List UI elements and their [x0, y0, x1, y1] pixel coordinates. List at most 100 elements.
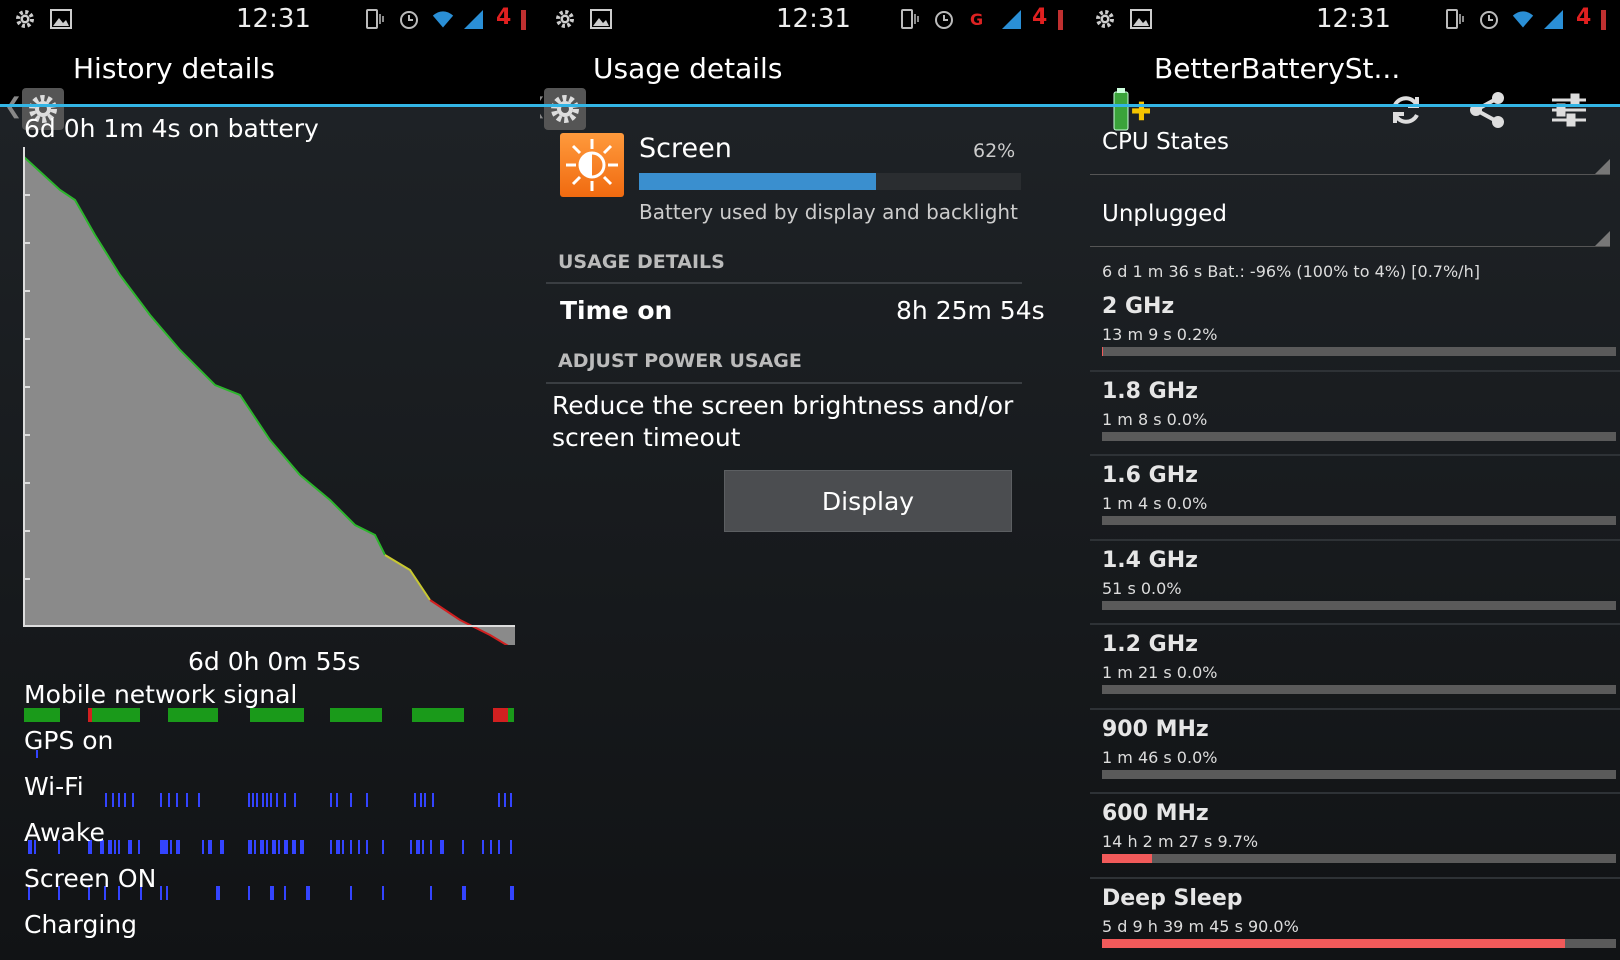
cpu-state-frequency: 600 MHz	[1102, 801, 1209, 826]
cpu-state-frequency: 1.4 GHz	[1102, 547, 1198, 573]
stat-ref-value: Unplugged	[1102, 201, 1227, 227]
awake-tick	[208, 840, 212, 854]
status-bar: 12:31 G 4	[540, 0, 1080, 38]
signal-segment	[88, 708, 140, 722]
cpu-state-row[interactable]: Deep Sleep 5 d 9 h 39 m 45 s 90.0%	[1080, 879, 1620, 960]
wifi-tick	[504, 793, 506, 807]
action-bar: BetterBatterySt...	[1080, 38, 1620, 131]
battery-summary: 6 d 1 m 36 s Bat.: -96% (100% to 4%) [0.…	[1102, 262, 1480, 281]
usage-details-header: USAGE DETAILS	[558, 251, 725, 273]
cpu-state-bar	[1102, 769, 1616, 779]
awake-tick	[416, 840, 420, 854]
screen-tick	[248, 886, 250, 900]
awake-tick	[108, 840, 112, 854]
notification-count-badge: 4	[1576, 5, 1592, 30]
wifi-tick	[256, 793, 258, 807]
wifi-tick	[330, 793, 332, 807]
status-time: 12:31	[776, 4, 851, 34]
cpu-state-bar-fill	[1102, 854, 1152, 863]
display-button-label: Display	[821, 486, 915, 516]
awake-tick	[366, 840, 368, 854]
awake-tick	[266, 840, 268, 854]
status-time: 12:31	[236, 4, 311, 34]
chart-x-label: 6d 0h 0m 55s	[188, 647, 361, 676]
bbs-panel: 12:31 4 BetterBatterySt... CPU States Un…	[1080, 0, 1620, 960]
cpu-state-frequency: 900 MHz	[1102, 716, 1209, 742]
cpu-state-bar	[1102, 516, 1616, 525]
status-bar: 12:31 4	[0, 0, 540, 38]
image-notification-icon	[1130, 8, 1152, 30]
cpu-state-row[interactable]: 600 MHz 14 h 2 m 27 s 9.7%	[1080, 794, 1620, 879]
awake-tick	[382, 840, 384, 854]
adjust-text-line-2: screen timeout	[552, 423, 741, 452]
screen-tick	[350, 886, 352, 900]
wifi-tick	[284, 793, 286, 807]
adjust-power-header: ADJUST POWER USAGE	[558, 350, 802, 372]
spinner-arrow-icon	[1594, 231, 1610, 247]
wifi-tick	[132, 793, 134, 807]
cpu-state-row[interactable]: 1.2 GHz 1 m 21 s 0.0%	[1080, 625, 1620, 710]
settings-notification-icon	[554, 8, 576, 30]
cpu-state-row[interactable]: 900 MHz 1 m 46 s 0.0%	[1080, 710, 1620, 794]
wifi-tick	[270, 793, 272, 807]
signal-segment	[330, 708, 382, 722]
cpu-state-detail: 51 s 0.0%	[1102, 578, 1182, 598]
adjust-text-line-1: Reduce the screen brightness and/or	[552, 391, 1014, 420]
screen-tick	[382, 886, 384, 900]
notification-count-badge: 4	[1032, 5, 1048, 30]
awake-tick	[490, 840, 492, 854]
screen-tick	[306, 886, 310, 900]
g-data-icon: G	[968, 8, 990, 30]
cpu-state-row[interactable]: 1.4 GHz 51 s 0.0%	[1080, 541, 1620, 625]
screen-tick	[430, 886, 432, 900]
cpu-state-bar	[1102, 685, 1616, 694]
awake-tick	[350, 840, 352, 854]
settings-app-icon[interactable]	[544, 88, 586, 130]
awake-tick	[358, 840, 360, 854]
wifi-tick	[124, 793, 126, 807]
cpu-state-bar	[1102, 431, 1616, 441]
cpu-state-row[interactable]: 1.8 GHz 1 m 8 s 0.0%	[1080, 372, 1620, 456]
cpu-state-bar	[1102, 347, 1616, 356]
display-settings-button[interactable]: Display	[724, 470, 1012, 532]
awake-tick	[300, 840, 304, 854]
image-notification-icon	[50, 8, 72, 30]
time-on-value: 8h 25m 54s	[896, 296, 1045, 325]
awake-tick	[292, 840, 296, 854]
cpu-state-bar-fill	[1102, 347, 1104, 356]
awake-tick	[498, 840, 500, 854]
awake-tick	[202, 840, 204, 854]
signal-segment	[508, 708, 514, 722]
battery-icon	[1601, 10, 1606, 30]
wifi-tick	[176, 793, 178, 807]
wifi-tick	[510, 793, 512, 807]
cpu-state-row[interactable]: 1.6 GHz 1 m 4 s 0.0%	[1080, 456, 1620, 541]
action-bar: ❮ History details	[0, 38, 540, 130]
stat-type-spinner[interactable]: CPU States	[1090, 115, 1610, 175]
status-bar: 12:31 4	[1080, 0, 1620, 38]
awake-tick	[160, 840, 164, 854]
action-bar-divider	[0, 104, 540, 107]
cpu-state-row[interactable]: 2 GHz 13 m 9 s 0.2%	[1080, 287, 1620, 372]
cpu-state-detail: 1 m 8 s 0.0%	[1102, 409, 1208, 429]
wifi-tick	[262, 793, 264, 807]
svg-text:G: G	[970, 10, 983, 29]
wifi-tick	[198, 793, 200, 807]
signal-segment	[88, 708, 92, 722]
action-bar: ❮ Usage details	[540, 38, 1080, 130]
wifi-tick	[336, 793, 338, 807]
awake-tick	[422, 840, 424, 854]
screen-tick	[160, 886, 162, 900]
wifi-tick	[248, 793, 250, 807]
usage-item-bar-fill	[639, 173, 876, 190]
stat-ref-spinner[interactable]: Unplugged	[1090, 185, 1610, 247]
awake-tick	[118, 840, 120, 854]
spinner-arrow-icon	[1594, 159, 1610, 175]
wifi-tick	[294, 793, 296, 807]
row-label-mobile-signal: Mobile network signal	[24, 680, 298, 709]
wifi-tick	[424, 793, 426, 807]
cpu-state-bar	[1102, 854, 1616, 863]
screen-tick	[166, 886, 168, 900]
awake-tick	[138, 840, 140, 854]
cpu-state-frequency: 2 GHz	[1102, 294, 1175, 319]
